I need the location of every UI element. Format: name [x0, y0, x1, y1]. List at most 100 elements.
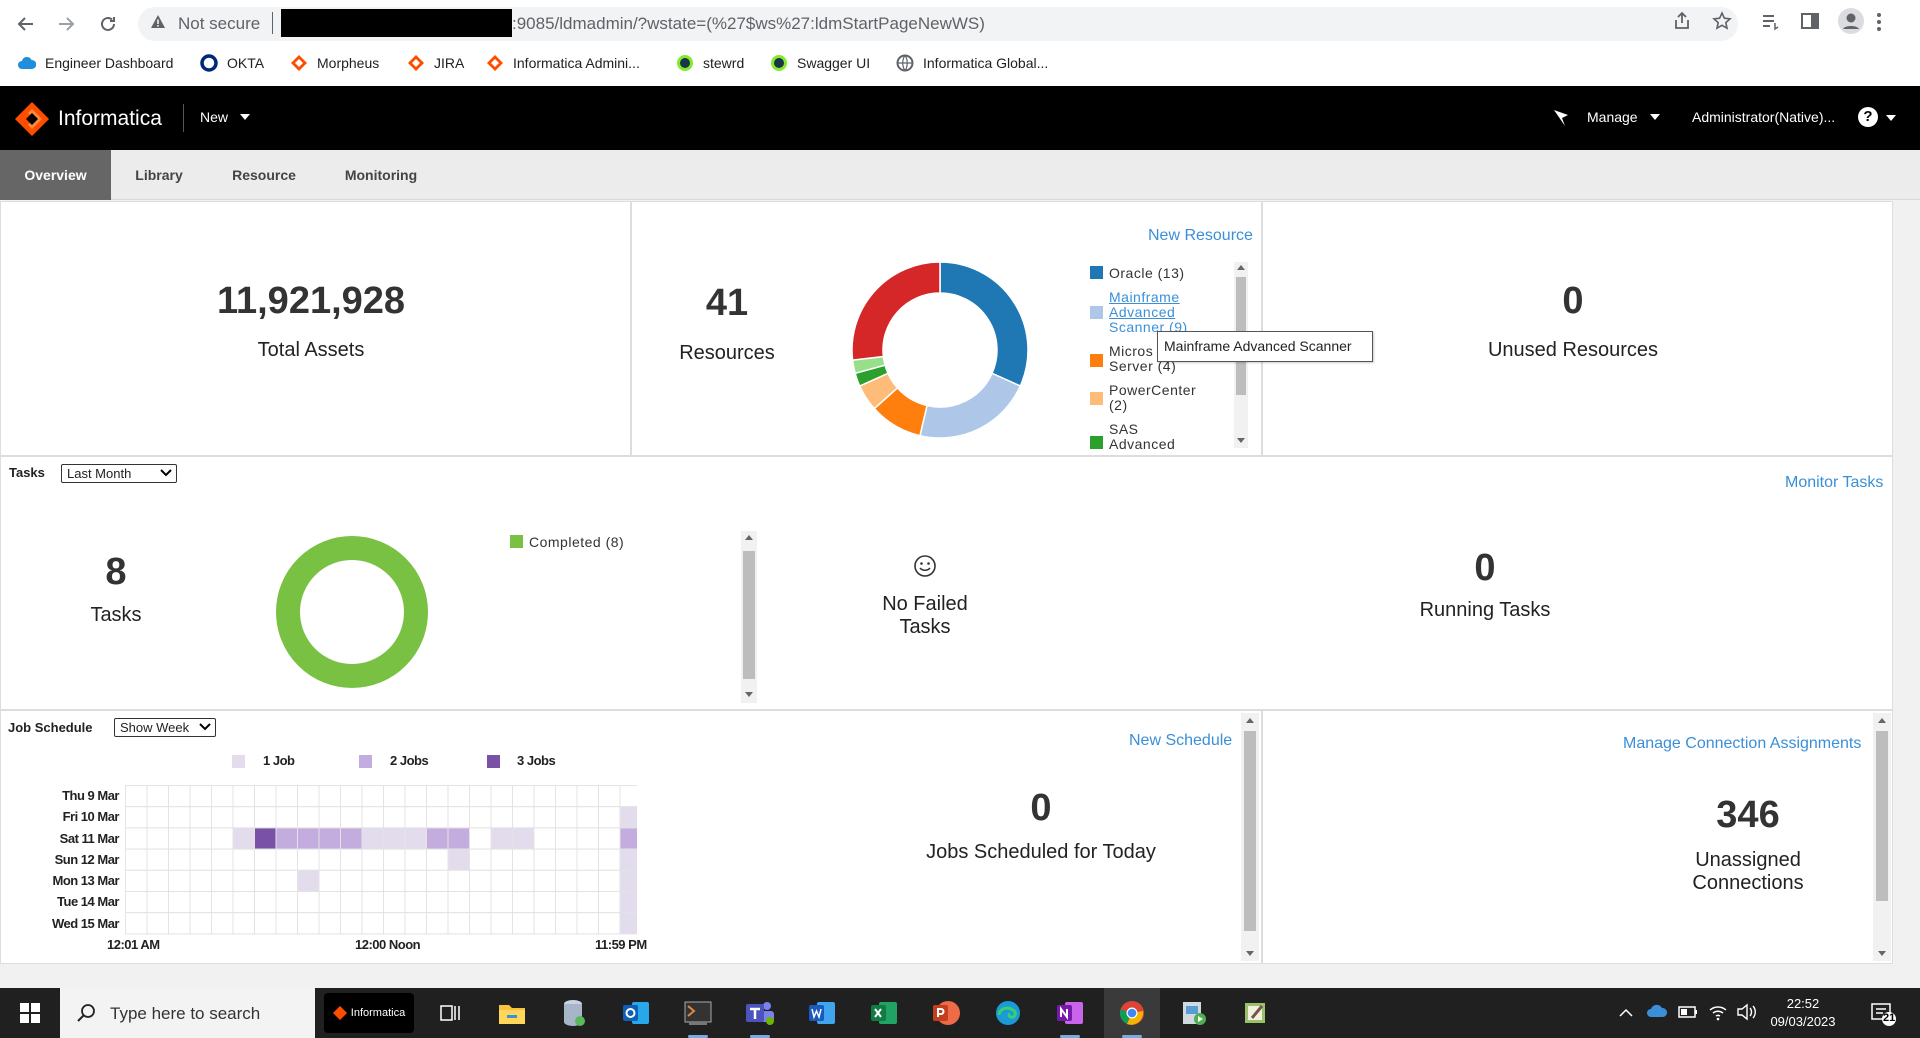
profile-avatar-icon[interactable]	[1838, 8, 1864, 34]
heatmap-cell[interactable]	[555, 785, 578, 808]
heatmap-cell[interactable]	[189, 806, 212, 829]
heatmap-cell[interactable]	[512, 848, 535, 871]
scroll-up-icon[interactable]	[1246, 718, 1254, 723]
schedule-period-select[interactable]: Show Week	[114, 718, 216, 737]
heatmap-cell[interactable]	[469, 912, 492, 935]
heatmap-cell[interactable]	[576, 912, 599, 935]
heatmap-cell[interactable]	[254, 848, 277, 871]
heatmap-cell[interactable]	[447, 785, 470, 808]
donut-slice[interactable]	[939, 262, 1028, 387]
heatmap-cell[interactable]	[211, 827, 234, 850]
heatmap-cell[interactable]	[598, 785, 621, 808]
heatmap-cell[interactable]	[254, 891, 277, 914]
heatmap-cell[interactable]	[512, 785, 535, 808]
heatmap-cell[interactable]	[512, 869, 535, 893]
heatmap-cell[interactable]	[619, 827, 637, 850]
heatmap-cell[interactable]	[598, 891, 621, 914]
heatmap-cell[interactable]	[533, 806, 556, 829]
heatmap-cell[interactable]	[426, 869, 449, 893]
heatmap-cell[interactable]	[232, 848, 255, 871]
heatmap-cell[interactable]	[125, 891, 148, 914]
heatmap-cell[interactable]	[555, 848, 578, 871]
donut-slice[interactable]	[276, 536, 428, 688]
heatmap-cell[interactable]	[490, 806, 513, 829]
taskbar-notepad-app[interactable]	[1228, 988, 1284, 1038]
heatmap-cell[interactable]	[189, 891, 212, 914]
user-menu[interactable]: Administrator(Native)...	[1692, 109, 1835, 125]
taskbar-database-app[interactable]	[546, 988, 602, 1038]
volume-icon[interactable]	[1736, 1003, 1758, 1021]
heatmap-cell[interactable]	[318, 869, 341, 893]
scroll-down-icon[interactable]	[745, 692, 753, 697]
heatmap-cell[interactable]	[146, 827, 169, 850]
heatmap-cell[interactable]	[576, 891, 599, 914]
heatmap-cell[interactable]	[168, 785, 191, 808]
heatmap-cell[interactable]	[404, 869, 427, 893]
heatmap-cell[interactable]	[426, 912, 449, 935]
heatmap-cell[interactable]	[168, 869, 191, 893]
taskbar-informatica[interactable]: Informatica	[323, 988, 415, 1038]
heatmap-cell[interactable]	[469, 848, 492, 871]
scroll-down-icon[interactable]	[1237, 438, 1245, 443]
star-icon[interactable]	[1712, 11, 1732, 31]
heatmap-cell[interactable]	[383, 912, 406, 935]
heatmap-cell[interactable]	[404, 806, 427, 829]
heatmap-cell[interactable]	[555, 869, 578, 893]
heatmap-cell[interactable]	[211, 806, 234, 829]
heatmap-cell[interactable]	[383, 785, 406, 808]
heatmap-cell[interactable]	[361, 785, 384, 808]
heatmap-cell[interactable]	[404, 891, 427, 914]
legend-mainframe[interactable]: Mainframe Advanced Scanner (9)	[1109, 290, 1188, 333]
bookmark-engineer-dashboard[interactable]: Engineer Dashboard	[18, 54, 173, 72]
taskbar-onenote[interactable]	[1042, 988, 1098, 1038]
heatmap-cell[interactable]	[254, 806, 277, 829]
heatmap-cell[interactable]	[447, 869, 470, 893]
heatmap-cell[interactable]	[512, 891, 535, 914]
heatmap-cell[interactable]	[426, 891, 449, 914]
heatmap-cell[interactable]	[146, 785, 169, 808]
scroll-thumb[interactable]	[1876, 731, 1888, 901]
tab-library[interactable]: Library	[111, 150, 207, 200]
taskbar-edge[interactable]	[980, 988, 1036, 1038]
heatmap-cell[interactable]	[318, 785, 341, 808]
heatmap-cell[interactable]	[297, 827, 320, 850]
heatmap-cell[interactable]	[533, 827, 556, 850]
heatmap-cell[interactable]	[146, 869, 169, 893]
schedule-scrollbar[interactable]	[1241, 713, 1259, 961]
heatmap-cell[interactable]	[619, 785, 637, 808]
legend-completed[interactable]: Completed (8)	[510, 535, 624, 550]
heatmap-cell[interactable]	[275, 912, 298, 935]
taskbar-word[interactable]	[794, 988, 850, 1038]
heatmap-cell[interactable]	[232, 891, 255, 914]
heatmap-cell[interactable]	[512, 806, 535, 829]
heatmap-cell[interactable]	[469, 827, 492, 850]
heatmap-cell[interactable]	[619, 869, 637, 893]
heatmap-cell[interactable]	[168, 827, 191, 850]
heatmap-cell[interactable]	[555, 827, 578, 850]
heatmap-cell[interactable]	[254, 869, 277, 893]
heatmap-cell[interactable]	[318, 848, 341, 871]
taskbar-excel[interactable]	[856, 988, 912, 1038]
side-panel-icon[interactable]	[1800, 11, 1820, 31]
heatmap-cell[interactable]	[576, 806, 599, 829]
chevron-up-icon[interactable]	[1618, 1008, 1634, 1018]
scroll-down-icon[interactable]	[1246, 951, 1254, 956]
heatmap-cell[interactable]	[383, 848, 406, 871]
back-button[interactable]	[12, 10, 40, 38]
heatmap-cell[interactable]	[189, 912, 212, 935]
heatmap-cell[interactable]	[598, 848, 621, 871]
heatmap-cell[interactable]	[512, 827, 535, 850]
heatmap-cell[interactable]	[619, 912, 637, 935]
heatmap-cell[interactable]	[555, 912, 578, 935]
bookmark-okta[interactable]: OKTA	[200, 54, 264, 72]
address-url[interactable]: :9085/ldmadmin/?wstate=(%27$ws%27:ldmSta…	[512, 14, 985, 34]
legend-powercenter[interactable]: PowerCenter (2)	[1109, 383, 1196, 413]
heatmap-cell[interactable]	[490, 891, 513, 914]
heatmap-cell[interactable]	[619, 848, 637, 871]
new-resource-link[interactable]: New Resource	[1148, 227, 1253, 245]
heatmap-cell[interactable]	[447, 848, 470, 871]
new-menu[interactable]: New	[200, 109, 251, 125]
taskbar-terminal[interactable]	[670, 988, 726, 1038]
heatmap-cell[interactable]	[404, 848, 427, 871]
heatmap-cell[interactable]	[533, 912, 556, 935]
